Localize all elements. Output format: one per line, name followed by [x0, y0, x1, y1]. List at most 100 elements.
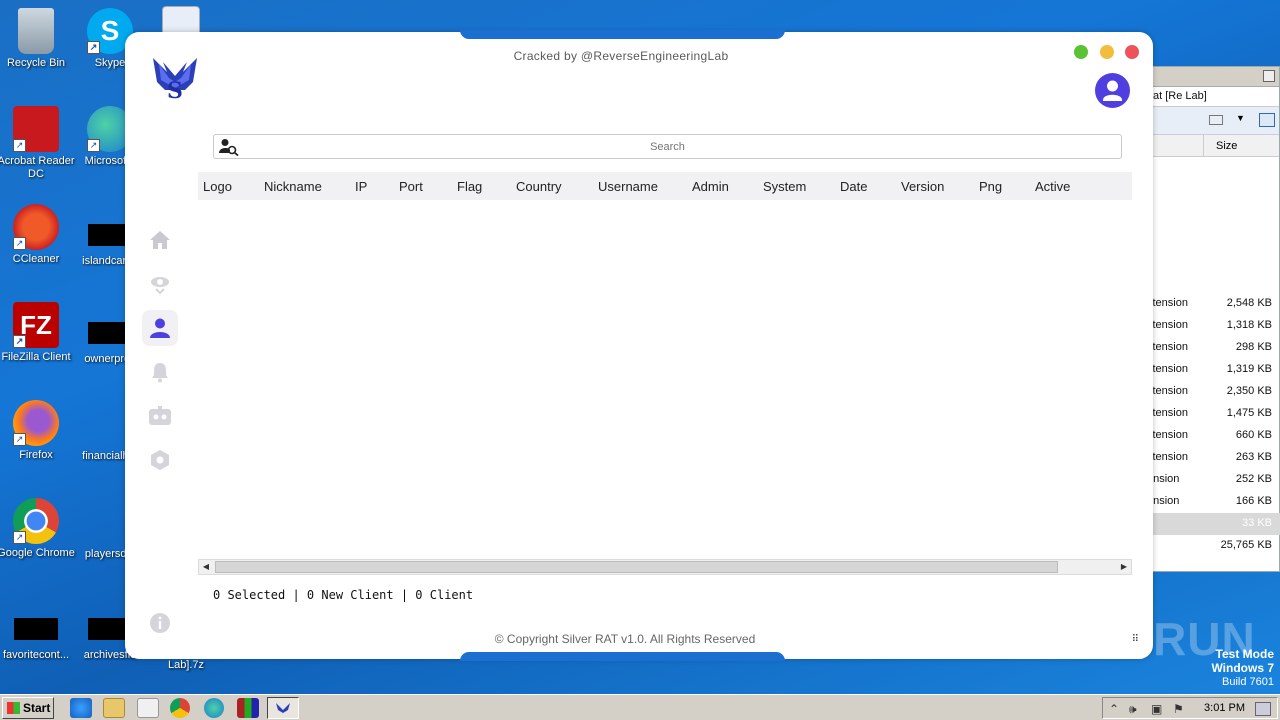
column-header-active[interactable]: Active: [1035, 179, 1070, 194]
window-title: Cracked by @ReverseEngineeringLab: [513, 49, 729, 63]
explorer-row[interactable]: xtension 2,350 KB: [1141, 381, 1280, 403]
info-icon: [150, 613, 170, 633]
file-size: 25,765 KB: [1220, 539, 1272, 551]
explorer-titlebar: [1141, 67, 1279, 87]
explorer-row[interactable]: xtension 660 KB: [1141, 425, 1280, 447]
file-explorer-icon[interactable]: [103, 698, 125, 718]
silver-rat-taskbar-button[interactable]: [267, 697, 299, 719]
explorer-row[interactable]: xtension 1,475 KB: [1141, 403, 1280, 425]
explorer-row[interactable]: xtension 2,548 KB: [1141, 293, 1280, 315]
explorer-toolbar: ▼: [1141, 107, 1279, 135]
column-header-nickname[interactable]: Nickname: [264, 179, 322, 194]
silver-rat-window[interactable]: S Cracked by @ReverseEngineeringLab Sear…: [125, 30, 1153, 661]
chrome-taskbar-icon[interactable]: [170, 698, 190, 718]
window-top-accent: [460, 30, 785, 39]
explorer-row[interactable]: xtension 298 KB: [1141, 337, 1280, 359]
minimize-button[interactable]: [1263, 70, 1275, 82]
user-avatar-button[interactable]: [1095, 73, 1130, 108]
close-button[interactable]: [1125, 45, 1139, 59]
sidebar-monitor-button[interactable]: [145, 269, 175, 299]
explorer-row[interactable]: xtension 1,318 KB: [1141, 315, 1280, 337]
settings-icon: [151, 450, 169, 470]
desktop-icon-recycle-bin[interactable]: Recycle Bin: [0, 8, 77, 70]
file-type: xtension: [1147, 385, 1188, 397]
file-size: 252 KB: [1235, 473, 1272, 485]
winrar-icon[interactable]: [237, 698, 259, 718]
preview-pane-icon[interactable]: [1259, 113, 1275, 127]
size-column-header[interactable]: Size: [1203, 135, 1280, 157]
acrobat-icon: ↗: [13, 106, 59, 152]
client-status-text: 0 Selected | 0 New Client | 0 Client: [213, 588, 474, 602]
internet-explorer-icon[interactable]: [70, 698, 92, 718]
start-button[interactable]: Start: [2, 697, 54, 719]
desktop-icon-favoritecont[interactable]: favoritecont...: [0, 608, 77, 662]
file-size: 1,475 KB: [1226, 407, 1272, 419]
show-desktop-icon[interactable]: [1255, 702, 1271, 716]
desktop-icon-archive-7z[interactable]: Lab].7z: [146, 659, 226, 672]
file-size: 2,350 KB: [1226, 385, 1272, 397]
explorer-row-selected[interactable]: 33 KB: [1141, 513, 1280, 535]
explorer-row[interactable]: xtension 263 KB: [1141, 447, 1280, 469]
view-options-icon[interactable]: [1209, 115, 1223, 125]
media-player-icon[interactable]: [137, 698, 159, 718]
minimize-button[interactable]: [1099, 45, 1114, 59]
window-bottom-accent: [460, 652, 785, 661]
explorer-row[interactable]: ension 166 KB: [1141, 491, 1280, 513]
file-type: xtension: [1147, 319, 1188, 331]
column-header-flag[interactable]: Flag: [457, 179, 482, 194]
scrollbar-thumb[interactable]: [215, 561, 1058, 573]
column-header-date[interactable]: Date: [840, 179, 867, 194]
explorer-address-bar[interactable]: at [Re Lab]: [1141, 87, 1279, 107]
scroll-left-arrow-icon[interactable]: ◀: [199, 560, 213, 574]
edge-taskbar-icon[interactable]: [204, 698, 224, 718]
column-header-png[interactable]: Png: [979, 179, 1002, 194]
file-size: 298 KB: [1235, 341, 1272, 353]
explorer-column-header[interactable]: Size: [1141, 135, 1279, 157]
sidebar-settings-button[interactable]: [145, 445, 175, 475]
network-icon[interactable]: ▣: [1151, 702, 1162, 716]
sidebar-home-button[interactable]: [145, 225, 175, 255]
sidebar-notifications-button[interactable]: [145, 357, 175, 387]
column-header-version[interactable]: Version: [901, 179, 944, 194]
desktop-icon-ccleaner[interactable]: ↗ CCleaner: [0, 204, 77, 266]
desktop-icon-label: Google Chrome: [0, 547, 75, 559]
chevron-down-icon[interactable]: ▼: [1236, 113, 1245, 123]
file-type: xtension: [1147, 297, 1188, 309]
desktop-icon-label: Lab].7z: [167, 659, 205, 671]
scroll-right-arrow-icon[interactable]: ▶: [1117, 560, 1131, 574]
user-icon: [150, 318, 170, 338]
column-header-country[interactable]: Country: [516, 179, 562, 194]
taskbar-clock[interactable]: 3:01 PM: [1204, 702, 1245, 714]
action-center-flag-icon[interactable]: ⚑: [1173, 702, 1184, 716]
desktop-icon-firefox[interactable]: ↗ Firefox: [0, 400, 77, 462]
desktop-icon-label: Recycle Bin: [6, 57, 66, 69]
column-header-system[interactable]: System: [763, 179, 806, 194]
column-header-admin[interactable]: Admin: [692, 179, 729, 194]
search-input[interactable]: [214, 135, 1121, 158]
resize-grip-icon[interactable]: ⠿: [1132, 634, 1139, 645]
background-explorer-window[interactable]: at [Re Lab] ▼ Size xtension 2,548 KB xten…: [1140, 66, 1280, 572]
column-header-username[interactable]: Username: [598, 179, 658, 194]
volume-icon[interactable]: 🕪: [1129, 702, 1137, 717]
maximize-button[interactable]: [1074, 45, 1089, 59]
column-header-logo[interactable]: Logo: [203, 179, 232, 194]
desktop-icon-filezilla[interactable]: FZ ↗ FileZilla Client: [0, 302, 77, 364]
sidebar-clients-button[interactable]: [142, 310, 178, 346]
desktop-icon-label: Acrobat Reader DC: [0, 155, 75, 180]
horizontal-scrollbar[interactable]: ◀ ▶: [198, 559, 1132, 575]
desktop-icon-acrobat[interactable]: ↗ Acrobat Reader DC: [0, 106, 77, 181]
file-size: 1,318 KB: [1226, 319, 1272, 331]
desktop-icon-chrome[interactable]: ↗ Google Chrome: [0, 498, 77, 560]
explorer-row[interactable]: xtension 1,319 KB: [1141, 359, 1280, 381]
user-avatar-icon: [1103, 80, 1122, 101]
tray-expand-icon[interactable]: ⌃: [1109, 702, 1119, 716]
sidebar-builder-button[interactable]: [145, 401, 175, 431]
desktop-icon-label: favoritecont...: [2, 649, 70, 661]
column-header-ip[interactable]: IP: [355, 179, 367, 194]
explorer-row[interactable]: ension 252 KB: [1141, 469, 1280, 491]
column-header-port[interactable]: Port: [399, 179, 423, 194]
search-bar[interactable]: [213, 134, 1122, 159]
bell-icon: [152, 363, 168, 383]
explorer-row[interactable]: 25,765 KB: [1141, 535, 1280, 557]
ccleaner-icon: ↗: [13, 204, 59, 250]
